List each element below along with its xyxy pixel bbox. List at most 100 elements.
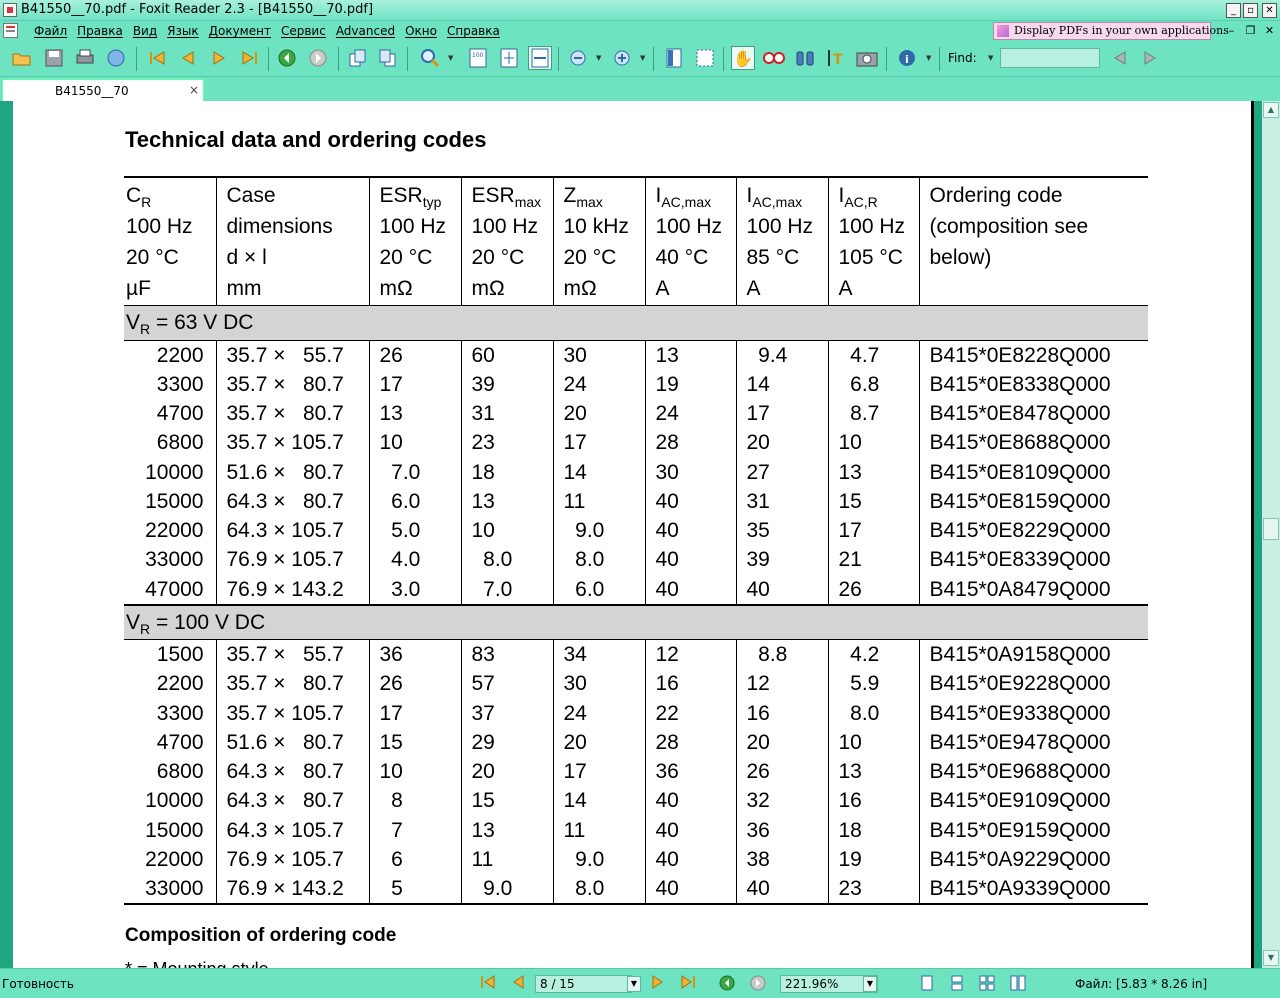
header-subscript: AC,max bbox=[752, 194, 803, 210]
table-row: 1500 35.7 × 55.7 36 83 34 12 8.8 4.2 B415*0A91… bbox=[124, 639, 1148, 670]
status-back-icon[interactable] bbox=[717, 975, 737, 995]
header-line: 100 Hz bbox=[655, 215, 723, 238]
header-line: 20 °C bbox=[126, 246, 179, 269]
zoom-plus-dropdown-icon[interactable]: ▼ bbox=[640, 54, 645, 62]
document-menu-icon[interactable] bbox=[3, 23, 18, 38]
zoom-plus-icon[interactable] bbox=[610, 46, 634, 70]
zoom-dropdown-icon[interactable]: ▼ bbox=[448, 54, 453, 62]
actual-size-icon[interactable]: 100 bbox=[466, 46, 490, 70]
snapshot-icon[interactable] bbox=[762, 46, 786, 70]
find-input[interactable] bbox=[1000, 48, 1100, 68]
page-dropdown-icon[interactable]: ▼ bbox=[627, 976, 641, 992]
table-cell: 20 bbox=[552, 727, 645, 757]
text-select-icon[interactable]: T bbox=[824, 46, 848, 70]
table-cell: 40 bbox=[644, 815, 736, 845]
select-icon[interactable] bbox=[693, 46, 717, 70]
menu-item[interactable]: Окно bbox=[400, 23, 442, 39]
forward-icon[interactable] bbox=[306, 46, 330, 70]
menu-item[interactable]: Вид bbox=[128, 23, 162, 39]
info-icon[interactable]: i bbox=[895, 46, 919, 70]
back-icon[interactable] bbox=[275, 46, 299, 70]
table-cell: B415*0E8478Q000 bbox=[918, 398, 1148, 429]
table-row: 10000 51.6 × 80.7 7.0 18 14 30 27 13 B415*0E810… bbox=[124, 457, 1148, 487]
doc-restore-button[interactable]: ❐ bbox=[1243, 24, 1258, 38]
header-symbol: ESR bbox=[471, 184, 515, 207]
single-page-view-icon[interactable] bbox=[917, 975, 937, 995]
camera-icon[interactable] bbox=[855, 46, 879, 70]
first-page-icon[interactable] bbox=[145, 46, 169, 70]
info-dropdown-icon[interactable]: ▼ bbox=[926, 54, 931, 62]
zoom-in-icon[interactable] bbox=[418, 46, 442, 70]
save-icon[interactable] bbox=[42, 46, 66, 70]
hand-icon[interactable]: ✋ bbox=[731, 46, 755, 70]
continuous-view-icon[interactable] bbox=[947, 975, 967, 995]
doc-close-button[interactable]: ✕ bbox=[1262, 24, 1277, 38]
scroll-up-icon[interactable]: ▲ bbox=[1263, 102, 1279, 118]
zoom-out-dropdown-icon[interactable]: ▼ bbox=[596, 54, 601, 62]
doc-minimize-button[interactable]: – bbox=[1224, 24, 1239, 38]
facing-view-icon[interactable] bbox=[977, 975, 997, 995]
svg-text:100: 100 bbox=[472, 52, 484, 59]
header-symbol: Case bbox=[226, 184, 276, 207]
fit-width-icon[interactable] bbox=[528, 46, 552, 70]
table-cell: B415*0E9159Q000 bbox=[918, 815, 1148, 845]
close-tab-icon[interactable]: × bbox=[189, 83, 199, 97]
column-header: Case dimensions d × l mm bbox=[215, 176, 369, 306]
scroll-down-icon[interactable]: ▼ bbox=[1263, 950, 1279, 966]
table-cell: B415*0E8688Q000 bbox=[918, 428, 1148, 458]
close-window-button[interactable]: ✕ bbox=[1262, 3, 1277, 18]
menu-item[interactable]: Сервис bbox=[276, 23, 331, 39]
menu-item[interactable]: Документ bbox=[204, 23, 276, 39]
table-cell: 30 bbox=[552, 340, 645, 370]
vertical-scrollbar[interactable]: ▲ ▼ bbox=[1262, 101, 1280, 968]
promo-banner[interactable]: Display PDFs in your own applications bbox=[993, 22, 1229, 40]
status-prev-page-icon[interactable] bbox=[508, 975, 528, 995]
status-last-page-icon[interactable] bbox=[679, 975, 699, 995]
email-icon[interactable] bbox=[104, 46, 128, 70]
table-cell: 8.0 bbox=[827, 698, 919, 728]
header-line: 100 Hz bbox=[838, 215, 906, 238]
table-cell: 31 bbox=[460, 398, 553, 429]
rotate-left-icon[interactable] bbox=[345, 46, 369, 70]
open-icon[interactable] bbox=[10, 46, 34, 70]
status-next-page-icon[interactable] bbox=[648, 975, 668, 995]
next-page-icon[interactable] bbox=[207, 46, 231, 70]
table-cell: 8.0 bbox=[552, 545, 645, 575]
zoom-level-dropdown-icon[interactable]: ▼ bbox=[863, 976, 877, 992]
table-cell: 64.3 × 80.7 bbox=[215, 756, 369, 787]
table-cell: 20 bbox=[552, 398, 645, 429]
status-first-page-icon[interactable] bbox=[478, 975, 498, 995]
find-next-icon[interactable] bbox=[1138, 46, 1162, 70]
bookmark-icon[interactable] bbox=[662, 46, 686, 70]
document-tab[interactable]: B41550__70 × bbox=[2, 79, 204, 101]
menu-item[interactable]: Файл bbox=[29, 23, 72, 39]
table-cell: 15 bbox=[368, 727, 461, 757]
print-icon[interactable] bbox=[73, 46, 97, 70]
fit-page-icon[interactable] bbox=[497, 46, 521, 70]
composition-heading: Composition of ordering code bbox=[125, 925, 397, 946]
rotate-right-icon[interactable] bbox=[376, 46, 400, 70]
page-number-field[interactable]: 8 / 15 bbox=[535, 975, 632, 993]
scroll-thumb[interactable] bbox=[1263, 518, 1279, 540]
toolbar-separator bbox=[136, 47, 137, 71]
toolbar-separator bbox=[886, 47, 887, 71]
last-page-icon[interactable] bbox=[238, 46, 262, 70]
table-cell: B415*0A9339Q000 bbox=[918, 874, 1148, 906]
table-cell: 6800 bbox=[156, 431, 204, 455]
menu-item[interactable]: Правка bbox=[72, 23, 128, 39]
menu-item[interactable]: Язык bbox=[162, 23, 203, 39]
minimize-button[interactable]: _ bbox=[1226, 3, 1241, 18]
table-cell: 7.0 bbox=[368, 457, 461, 487]
status-forward-icon[interactable] bbox=[748, 975, 768, 995]
find-prev-icon[interactable] bbox=[1108, 46, 1132, 70]
zoom-out-icon[interactable] bbox=[566, 46, 590, 70]
find-options-dropdown-icon[interactable]: ▼ bbox=[988, 54, 993, 62]
prev-page-icon[interactable] bbox=[176, 46, 200, 70]
maximize-button[interactable]: ▫ bbox=[1243, 3, 1258, 18]
binoculars-icon[interactable] bbox=[793, 46, 817, 70]
document-viewport[interactable]: Technical data and ordering codes CR 100 … bbox=[0, 101, 1262, 968]
menu-item[interactable]: Справка bbox=[442, 23, 505, 39]
continuous-facing-view-icon[interactable] bbox=[1008, 975, 1028, 995]
group-label-value: = 63 V DC bbox=[150, 311, 254, 334]
menu-item[interactable]: Advanced bbox=[331, 23, 400, 39]
